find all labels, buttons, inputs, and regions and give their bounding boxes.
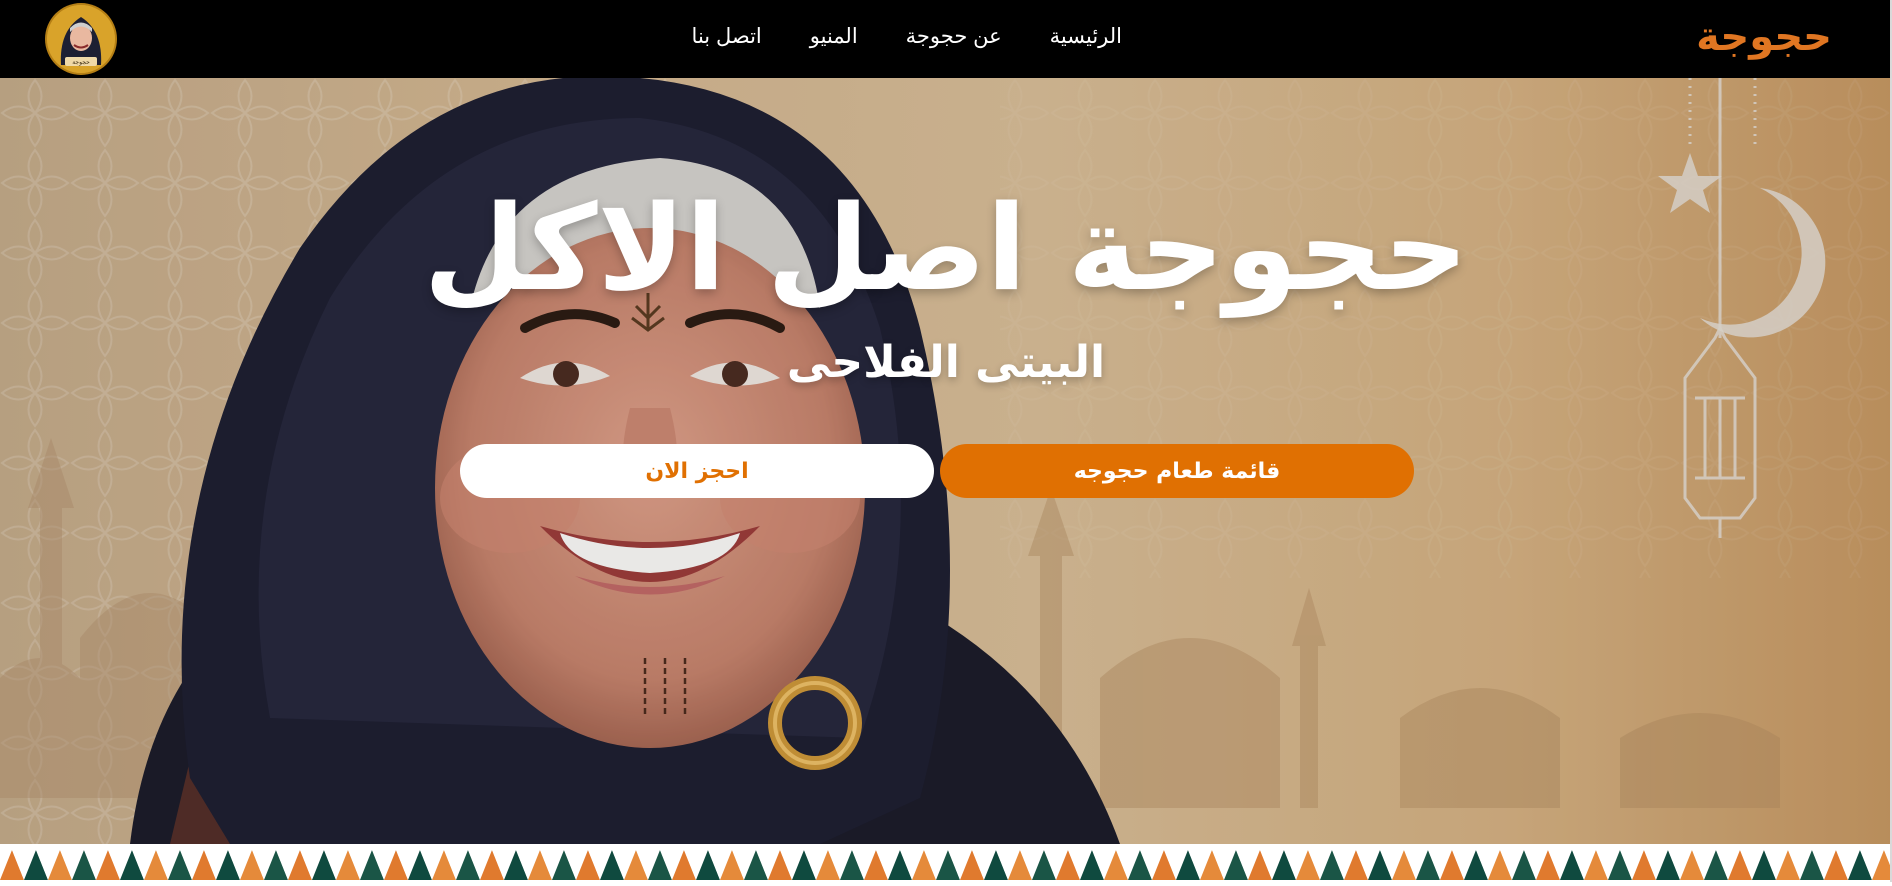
- nav-link-about[interactable]: عن حجوجة: [906, 24, 1002, 49]
- hero-subtitle: البيتى الفلاحى: [786, 337, 1106, 388]
- avatar[interactable]: حجوجة: [47, 5, 115, 73]
- nav-links: الرئيسية عن حجوجة المنيو اتصل بنا: [692, 24, 1122, 49]
- book-now-button[interactable]: احجز الان: [460, 444, 934, 498]
- nav-link-home[interactable]: الرئيسية: [1050, 24, 1122, 49]
- avatar-image: حجوجة: [47, 5, 115, 73]
- hero-title: حجوجة اصل الاكل: [423, 179, 1469, 317]
- nav-link-contact[interactable]: اتصل بنا: [692, 24, 762, 49]
- triangle-pattern: [0, 850, 1892, 880]
- nav-link-menu[interactable]: المنيو: [810, 24, 858, 49]
- avatar-caption: حجوجة: [72, 59, 90, 66]
- brand-logo-text[interactable]: حجوجة: [1696, 14, 1832, 60]
- hero-section: حجوجة اصل الاكل البيتى الفلاحى قائمة طعا…: [0, 78, 1892, 844]
- top-navbar: حجوجة الرئيسية عن حجوجة المنيو اتصل بنا …: [0, 0, 1892, 78]
- food-menu-button[interactable]: قائمة طعام حجوجه: [940, 444, 1414, 498]
- decorative-pattern-strip: [0, 844, 1892, 882]
